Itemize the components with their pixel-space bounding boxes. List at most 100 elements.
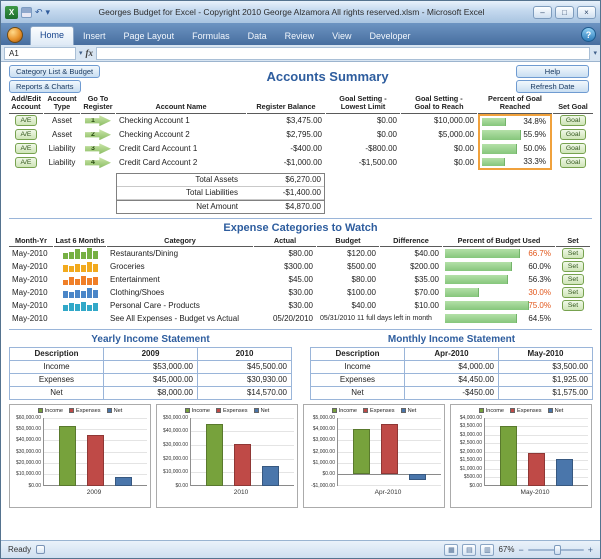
save-icon[interactable] (21, 7, 32, 18)
undo-icon[interactable]: ↶ (35, 7, 43, 18)
ribbon-tab-insert[interactable]: Insert (74, 28, 115, 45)
section-divider (9, 218, 592, 219)
zoom-out-icon[interactable]: − (518, 545, 523, 555)
set-goal-button[interactable]: Goal (560, 157, 586, 168)
spark-bar (81, 252, 86, 259)
page-layout-view-icon[interactable]: ▤ (462, 544, 476, 556)
formula-input[interactable] (96, 47, 590, 60)
accounts-header-cell: Go To Register (81, 95, 115, 114)
register-number: 3 (85, 143, 101, 154)
chart-legend: IncomeExpensesNet (13, 407, 147, 415)
go-to-register-button[interactable]: 3 (85, 143, 111, 154)
legend-swatch (254, 408, 259, 413)
reports-charts-button[interactable]: Reports & Charts (9, 80, 81, 93)
spark-bar (69, 252, 74, 259)
add-edit-account-button[interactable]: A/E (15, 115, 38, 126)
spark-bar (63, 253, 68, 259)
legend-label: Expenses (223, 408, 248, 414)
expense-set-cell: Set (556, 299, 590, 312)
set-goal-button[interactable]: Goal (560, 115, 586, 126)
excel-window: X ↶ ▾ Georges Budget for Excel - Copyrig… (0, 0, 601, 559)
gridline (338, 418, 441, 419)
account-type: Liability (44, 156, 80, 170)
name-box-dropdown-icon[interactable]: ▾ (79, 49, 83, 57)
go-to-register-cell: 3 (81, 142, 115, 156)
ribbon-tab-data[interactable]: Data (239, 28, 276, 45)
minimize-button[interactable]: – (533, 6, 552, 19)
sheet-top-bar: Category List & Budget Reports & Charts … (9, 65, 592, 93)
legend-label: Income (45, 408, 63, 414)
maximize-button[interactable]: □ (555, 6, 574, 19)
legend-label: Expenses (517, 408, 542, 414)
section-divider-2 (9, 329, 592, 330)
y-tick-label: $2,000.00 (313, 449, 335, 455)
statement-header-cell: Description (311, 348, 405, 361)
chart-bar-income (206, 424, 222, 486)
ribbon-tab-developer[interactable]: Developer (360, 28, 419, 45)
ribbon-tab-page-layout[interactable]: Page Layout (115, 28, 184, 45)
chart-bar-expenses (528, 453, 544, 486)
zoom-slider-thumb[interactable] (554, 545, 561, 555)
help-icon[interactable]: ? (581, 27, 596, 42)
ribbon-tab-formulas[interactable]: Formulas (183, 28, 239, 45)
percent-of-goal: 33.3% (523, 157, 546, 166)
set-goal-cell: Goal (553, 114, 593, 128)
y-tick-label: $0.00 (28, 483, 41, 489)
normal-view-icon[interactable]: ▦ (444, 544, 458, 556)
budget-data-bar (445, 288, 479, 297)
expense-set-button[interactable]: Set (562, 287, 584, 298)
expense-set-button[interactable]: Set (562, 261, 584, 272)
ribbon-tab-home[interactable]: Home (30, 26, 74, 45)
expense-month: May-2010 (9, 299, 53, 312)
expense-set-button[interactable]: Set (562, 248, 584, 259)
statement-value: $1,575.00 (499, 387, 593, 400)
budget-data-bar (445, 249, 520, 258)
y-tick-label: $1,000.00 (460, 466, 482, 472)
go-to-register-cell: 4 (81, 156, 115, 170)
expense-budget: $500.00 (317, 260, 379, 273)
close-button[interactable]: × (577, 6, 596, 19)
legend-item: Net (254, 408, 270, 414)
go-to-register-button[interactable]: 4 (85, 157, 111, 168)
page-break-view-icon[interactable]: ▥ (480, 544, 494, 556)
insert-function-icon[interactable]: fx (86, 48, 94, 58)
refresh-date-button[interactable]: Refresh Date (516, 80, 589, 93)
expense-category: Groceries (107, 260, 253, 273)
set-goal-cell: Goal (553, 142, 593, 156)
zoom-in-icon[interactable]: + (588, 545, 593, 555)
chart-x-label: 2009 (13, 489, 147, 496)
add-edit-account-button[interactable]: A/E (15, 129, 38, 140)
macro-record-icon[interactable] (36, 545, 45, 554)
spark-bar (81, 276, 86, 285)
totals-value: $4,870.00 (246, 202, 324, 211)
add-edit-account-button[interactable]: A/E (15, 157, 38, 168)
formula-bar-expand-icon[interactable]: ▾ (593, 49, 597, 57)
last-6-months-chart (63, 248, 98, 259)
gridline (338, 474, 441, 475)
quick-access-dropdown-icon[interactable]: ▾ (46, 7, 51, 18)
chart-bar-expenses (87, 435, 103, 486)
set-goal-button[interactable]: Goal (560, 143, 586, 154)
add-edit-account-button[interactable]: A/E (15, 143, 38, 154)
spark-bar (87, 262, 92, 271)
zoom-level[interactable]: 67% (498, 545, 514, 554)
go-to-register-button[interactable]: 1 (85, 115, 111, 126)
expense-set-button[interactable]: Set (562, 300, 584, 311)
ribbon-tab-view[interactable]: View (323, 28, 360, 45)
office-button[interactable] (7, 27, 23, 43)
expense-header-cell: Month-Yr (9, 236, 53, 247)
spark-bar (75, 249, 80, 258)
expense-set-button[interactable]: Set (562, 274, 584, 285)
category-list-budget-button[interactable]: Category List & Budget (9, 65, 100, 78)
account-name: Checking Account 2 (116, 128, 246, 142)
accounts-totals: Total Assets$6,270.00Total Liabilities-$… (116, 173, 325, 214)
ribbon-tab-review[interactable]: Review (276, 28, 324, 45)
percent-of-budget: 56.3% (528, 275, 551, 284)
help-button[interactable]: Help (516, 65, 589, 78)
set-goal-button[interactable]: Goal (560, 129, 586, 140)
go-to-register-button[interactable]: 2 (85, 129, 111, 140)
percent-budget-cell: 75.0% (443, 299, 555, 312)
zoom-slider[interactable] (528, 549, 584, 551)
name-box[interactable]: A1 (4, 47, 76, 60)
accounts-header-cell: Percent of Goal Reached (478, 95, 552, 114)
